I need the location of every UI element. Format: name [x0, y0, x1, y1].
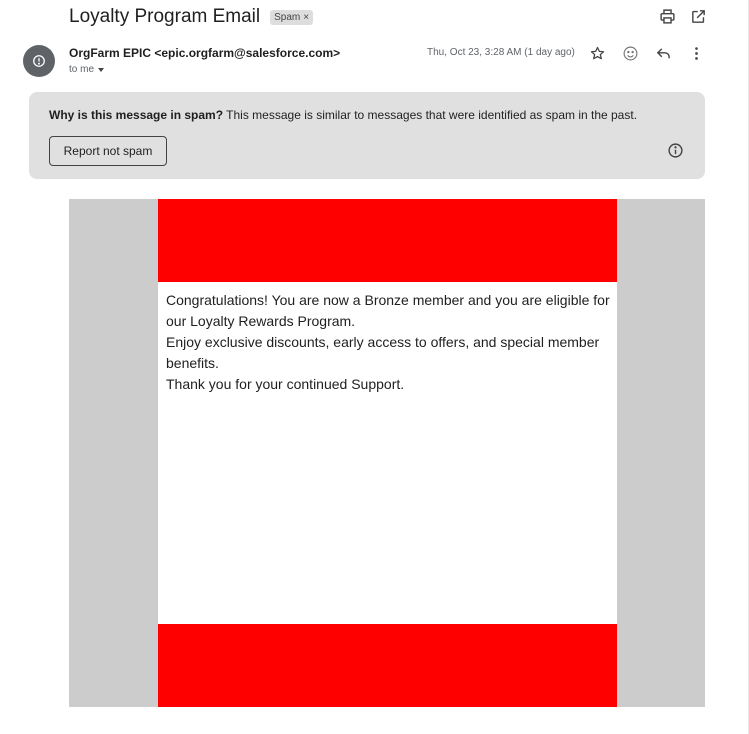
more-vert-icon[interactable]: [687, 44, 705, 62]
spam-explanation: Why is this message in spam? This messag…: [49, 108, 637, 122]
print-icon[interactable]: [658, 7, 676, 25]
spam-warning-banner: Why is this message in spam? This messag…: [29, 92, 705, 179]
open-in-new-window-icon[interactable]: [689, 7, 707, 25]
recipient-details[interactable]: to me: [69, 64, 105, 75]
email-subject: Loyalty Program Email: [69, 6, 261, 27]
email-header-banner: [158, 199, 617, 282]
email-line: Enjoy exclusive discounts, early access …: [166, 334, 600, 371]
email-line: Congratulations! You are now a Bronze me…: [166, 292, 610, 329]
email-date: Thu, Oct 23, 3:28 AM (1 day ago): [427, 47, 575, 58]
reply-icon[interactable]: [654, 44, 672, 62]
spam-label-chip[interactable]: Spam ×: [270, 9, 314, 25]
subject-row: Loyalty Program Email Spam ×: [69, 6, 314, 28]
email-message: Congratulations! You are now a Bronze me…: [166, 290, 611, 395]
recipient-text: to me: [69, 64, 95, 75]
spam-title: Why is this message in spam?: [49, 108, 224, 122]
message-actions: [588, 44, 705, 62]
warning-icon: [33, 55, 45, 67]
spam-label-text: Spam: [274, 11, 301, 23]
remove-label-icon[interactable]: ×: [303, 12, 309, 23]
report-not-spam-button[interactable]: Report not spam: [49, 136, 167, 166]
email-footer-banner: [158, 624, 617, 707]
emoji-icon[interactable]: [621, 44, 639, 62]
star-icon[interactable]: [588, 44, 606, 62]
sender-name[interactable]: OrgFarm EPIC <epic.orgfarm@salesforce.co…: [69, 46, 340, 60]
spam-reason: This message is similar to messages that…: [223, 108, 638, 122]
email-view: Loyalty Program Email Spam × OrgFarm EPI…: [0, 0, 749, 734]
top-toolbar: [658, 7, 707, 25]
email-line: Thank you for your continued Support.: [166, 376, 405, 392]
sender-avatar[interactable]: [23, 45, 55, 77]
chevron-down-icon[interactable]: [98, 68, 105, 72]
email-body-card: Congratulations! You are now a Bronze me…: [158, 199, 617, 707]
info-icon[interactable]: [667, 142, 684, 159]
